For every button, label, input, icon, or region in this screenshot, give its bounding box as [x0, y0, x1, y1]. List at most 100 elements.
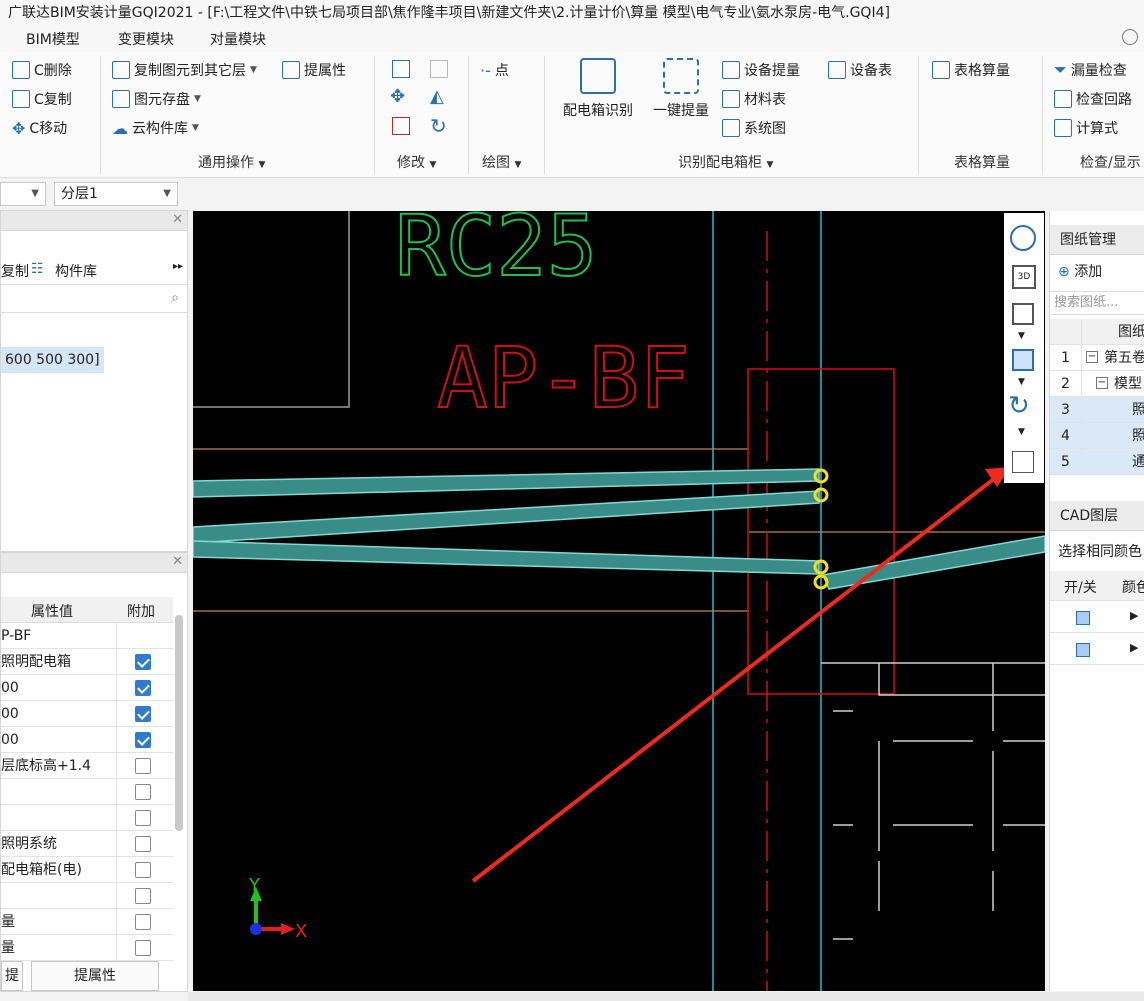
check-loop-button[interactable]: 检查回路	[1054, 89, 1132, 109]
cable-pipe[interactable]	[193, 468, 820, 498]
property-row[interactable]	[1, 779, 173, 805]
layer-select[interactable]: 分层1 ▼	[54, 182, 178, 206]
property-row[interactable]: P-BF	[1, 623, 173, 649]
drawing-row[interactable]: 4照	[1050, 423, 1144, 449]
collapse-icon[interactable]: −	[1086, 351, 1098, 363]
extra-checkbox[interactable]	[135, 706, 151, 722]
selected-component-item[interactable]: 600 500 300]	[1, 347, 104, 373]
menu-compare-module[interactable]: 对量模块	[210, 29, 266, 49]
layer-toggle-checkbox[interactable]	[1076, 643, 1090, 657]
table-calc-button[interactable]: 表格算量	[932, 60, 1010, 80]
c-delete-button[interactable]: C删除	[12, 60, 72, 80]
box-identify-button[interactable]: 配电箱识别	[556, 58, 640, 120]
mirror-disabled-icon[interactable]	[430, 60, 448, 78]
property-value[interactable]: 照明配电箱	[1, 649, 117, 675]
rotate-icon[interactable]: ↻	[430, 114, 447, 138]
property-value[interactable]	[1, 779, 117, 805]
c-move-button[interactable]: ✥ C移动	[12, 118, 67, 138]
select-same-color-option[interactable]: 选择相同颜色	[1058, 541, 1142, 561]
extra-checkbox[interactable]	[135, 914, 151, 930]
layer-toggle-checkbox[interactable]	[1076, 611, 1090, 625]
extra-checkbox[interactable]	[135, 784, 151, 800]
drawing-row[interactable]: 5通	[1050, 449, 1144, 475]
device-extract-button[interactable]: 设备提量	[722, 60, 800, 80]
property-row[interactable]: 层底标高+1.4	[1, 753, 173, 779]
tab-component-library[interactable]: 构件库	[55, 261, 97, 281]
extra-checkbox[interactable]	[135, 836, 151, 852]
tab-drawing-management[interactable]: 图纸管理	[1050, 225, 1144, 255]
extra-checkbox[interactable]	[135, 862, 151, 878]
property-value[interactable]: 配电箱柜(电)	[1, 857, 117, 883]
property-value[interactable]: 照明系统	[1, 831, 117, 857]
drawing-search-input[interactable]: 搜索图纸...	[1050, 291, 1144, 315]
chevron-right-icon[interactable]: ▸▸	[173, 261, 183, 272]
expand-arrow-icon[interactable]: ▶	[1130, 641, 1138, 654]
drawing-row[interactable]: 3照	[1050, 397, 1144, 423]
cable-pipe[interactable]	[193, 540, 820, 575]
property-value[interactable]: 00	[1, 701, 117, 727]
drawing-row[interactable]: 1− 第五卷	[1050, 345, 1144, 371]
mirror-icon[interactable]: ◭	[430, 86, 444, 107]
tab-cad-layer[interactable]: CAD图层	[1050, 501, 1144, 531]
display-settings-icon[interactable]	[1012, 451, 1034, 473]
cad-canvas[interactable]: RC25 AP-BF Y X	[193, 211, 1045, 991]
add-drawing-button[interactable]: ⊕ 添加	[1058, 261, 1102, 281]
collapse-icon[interactable]: −	[1096, 377, 1108, 389]
property-value[interactable]: 量	[1, 909, 117, 935]
property-value[interactable]: 00	[1, 727, 117, 753]
property-row[interactable]: 量	[1, 935, 173, 961]
property-value[interactable]: P-BF	[1, 623, 117, 649]
property-row[interactable]: 00	[1, 727, 173, 753]
cloud-library-button[interactable]: ☁ 云构件库 ▼	[112, 118, 199, 138]
layer-row[interactable]: ▶	[1050, 603, 1144, 633]
chevron-down-icon[interactable]: ▼	[1018, 377, 1025, 387]
extra-checkbox[interactable]	[135, 654, 151, 670]
layer-row[interactable]: ▶	[1050, 635, 1144, 665]
user-icon[interactable]	[1122, 29, 1138, 45]
formula-button[interactable]: 计算式	[1054, 118, 1118, 138]
leak-check-button[interactable]: ⏷ 漏量检查	[1054, 60, 1127, 80]
system-diagram-button[interactable]: 系统图	[722, 118, 786, 138]
cable-pipe[interactable]	[193, 490, 820, 544]
material-table-button[interactable]: 材料表	[722, 89, 786, 109]
chevron-down-icon[interactable]: ▼	[1018, 427, 1025, 437]
extra-checkbox[interactable]	[135, 732, 151, 748]
move-cross-icon[interactable]: ✥	[390, 86, 405, 107]
property-value[interactable]: 层底标高+1.4	[1, 753, 117, 779]
cable-pipe[interactable]	[821, 535, 1045, 590]
solid-cube-icon[interactable]	[1012, 349, 1034, 371]
extra-checkbox[interactable]	[135, 888, 151, 904]
rotate-view-icon[interactable]: ↻	[1008, 391, 1030, 421]
menu-change-module[interactable]: 变更模块	[118, 29, 174, 49]
property-value[interactable]: 量	[1, 935, 117, 961]
close-icon[interactable]: ✕	[172, 212, 183, 227]
cube-view-icon[interactable]	[1012, 303, 1034, 325]
floor-select[interactable]: ▼	[0, 182, 46, 206]
expand-arrow-icon[interactable]: ▶	[1130, 609, 1138, 622]
search-input[interactable]: ⌕	[1, 287, 187, 313]
c-copy-button[interactable]: C复制	[12, 89, 72, 109]
close-icon[interactable]: ✕	[172, 554, 183, 569]
extract-property-button[interactable]: 提属性	[282, 60, 346, 80]
delete-icon[interactable]	[392, 117, 410, 135]
property-value[interactable]	[1, 805, 117, 831]
drawing-row[interactable]: 2 − 模型	[1050, 371, 1144, 397]
offset-icon[interactable]	[392, 60, 410, 78]
property-row[interactable]: 照明配电箱	[1, 649, 173, 675]
3d-view-icon[interactable]: 3D	[1012, 265, 1036, 289]
property-value[interactable]	[1, 883, 117, 909]
menu-bim-model[interactable]: BIM模型	[26, 29, 80, 49]
orbit-icon[interactable]	[1010, 225, 1036, 251]
extract-property-button[interactable]: 提属性	[31, 961, 159, 991]
property-row[interactable]: 00	[1, 675, 173, 701]
property-row[interactable]: 量	[1, 909, 173, 935]
property-value[interactable]: 00	[1, 675, 117, 701]
property-row[interactable]	[1, 805, 173, 831]
extract-button-partial[interactable]: 提	[1, 961, 23, 991]
property-row[interactable]: 00	[1, 701, 173, 727]
extra-checkbox[interactable]	[135, 940, 151, 956]
extra-checkbox[interactable]	[135, 680, 151, 696]
chevron-down-icon[interactable]: ▼	[1018, 331, 1025, 341]
property-row[interactable]: 配电箱柜(电)	[1, 857, 173, 883]
scrollbar[interactable]	[175, 615, 183, 831]
